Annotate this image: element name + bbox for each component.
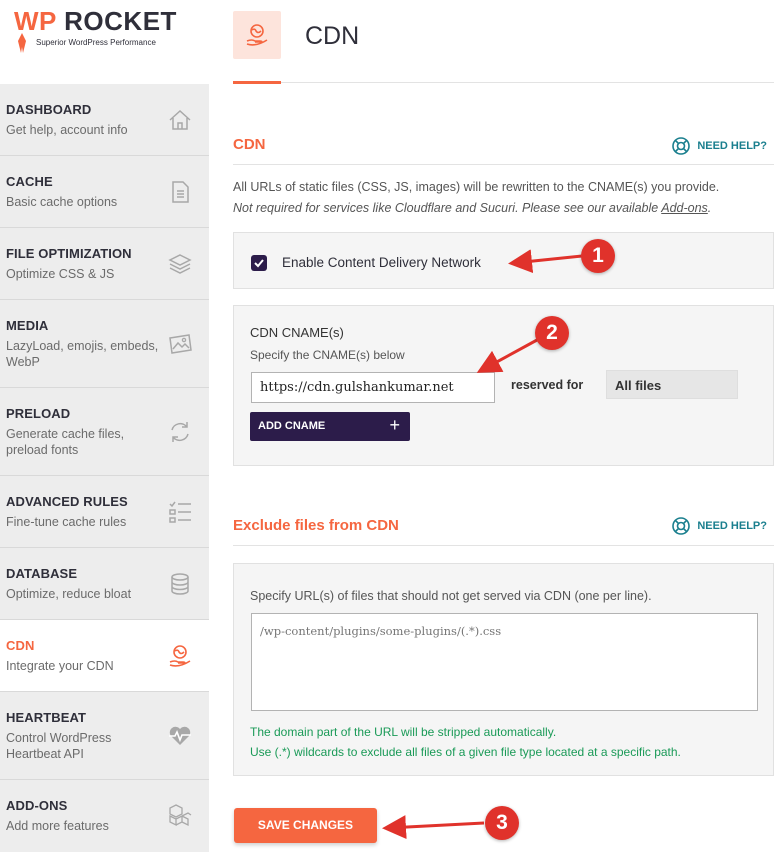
cdn-globe-hand-icon bbox=[246, 24, 268, 46]
exclude-note-wildcard: Use (.*) wildcards to exclude all files … bbox=[250, 745, 681, 759]
sidebar-item-sub: Fine-tune cache rules bbox=[6, 515, 127, 529]
sidebar-item-sub: Integrate your CDN bbox=[6, 659, 114, 673]
sidebar: WP ROCKET Superior WordPress Performance… bbox=[0, 0, 209, 852]
refresh-icon bbox=[171, 421, 189, 442]
exclude-instructions: Specify URL(s) of files that should not … bbox=[250, 589, 652, 603]
sidebar-item-sub: Optimize CSS & JS bbox=[6, 267, 115, 281]
exclude-section-title: Exclude files from CDN bbox=[233, 517, 399, 534]
wp-rocket-logo[interactable]: WP ROCKET Superior WordPress Performance bbox=[0, 0, 209, 84]
desc-line: All URLs of static files (CSS, JS, image… bbox=[233, 180, 720, 194]
cdn-cname-panel: CDN CNAME(s) Specify the CNAME(s) below … bbox=[233, 305, 774, 466]
exclude-files-textarea[interactable] bbox=[251, 613, 758, 711]
sidebar-item-database[interactable]: DATABASE Optimize, reduce bloat bbox=[0, 548, 209, 620]
logo-rocket: ROCKET bbox=[56, 6, 177, 36]
sidebar-item-title: DASHBOARD bbox=[6, 102, 92, 117]
desc-end: . bbox=[707, 201, 712, 215]
flame-icon bbox=[18, 33, 26, 53]
lifebuoy-icon bbox=[672, 137, 691, 155]
desc-note: Not required for services like Cloudflar… bbox=[233, 201, 662, 215]
main-content: CDN CDN NEED HELP? All URLs of static fi… bbox=[209, 0, 775, 852]
plus-icon: + bbox=[389, 415, 400, 435]
sidebar-item-title: ADD-ONS bbox=[6, 798, 68, 813]
layers-icon bbox=[168, 253, 192, 274]
marker-1: 1 bbox=[581, 239, 615, 273]
need-help-link-exclude[interactable]: NEED HELP? bbox=[671, 516, 767, 536]
enable-cdn-checkbox[interactable] bbox=[251, 255, 267, 271]
logo-wordmark: WP ROCKET bbox=[14, 6, 177, 37]
need-help-label: NEED HELP? bbox=[697, 140, 767, 152]
logo-tagline: Superior WordPress Performance bbox=[36, 38, 156, 47]
cdn-description: All URLs of static files (CSS, JS, image… bbox=[233, 177, 774, 219]
exclude-note-domain: The domain part of the URL will be strip… bbox=[250, 725, 557, 739]
heartbeat-icon bbox=[169, 726, 191, 745]
sidebar-item-title: ADVANCED RULES bbox=[6, 494, 128, 509]
desc-note-line: Not required for services like Cloudflar… bbox=[233, 198, 774, 219]
sidebar-item-dashboard[interactable]: DASHBOARD Get help, account info bbox=[0, 84, 209, 156]
header-divider bbox=[233, 82, 774, 83]
sidebar-item-sub: Control WordPress Heartbeat API bbox=[6, 731, 112, 761]
sidebar-item-sub: Generate cache files, preload fonts bbox=[6, 427, 125, 457]
enable-cdn-label[interactable]: Enable Content Delivery Network bbox=[282, 255, 481, 270]
cdn-globe-hand-icon bbox=[169, 644, 191, 667]
sidebar-item-sub: Basic cache options bbox=[6, 195, 118, 209]
section-divider bbox=[233, 545, 774, 546]
sidebar-item-media[interactable]: MEDIA LazyLoad, emojis, embeds, WebP bbox=[0, 300, 209, 388]
need-help-link[interactable]: NEED HELP? bbox=[671, 136, 767, 156]
sidebar-item-cdn[interactable]: CDN Integrate your CDN bbox=[0, 620, 209, 692]
sidebar-item-advanced-rules[interactable]: ADVANCED RULES Fine-tune cache rules bbox=[0, 476, 209, 548]
page-title: CDN bbox=[305, 22, 360, 50]
cname-input[interactable] bbox=[251, 372, 495, 403]
sidebar-item-title: MEDIA bbox=[6, 318, 49, 333]
reserved-for-select[interactable]: All files bbox=[606, 370, 738, 399]
add-cname-label: ADD CNAME bbox=[258, 420, 326, 432]
save-changes-button[interactable]: SAVE CHANGES bbox=[234, 808, 377, 843]
logo-wp: WP bbox=[14, 6, 57, 36]
image-icon bbox=[169, 333, 192, 354]
sidebar-item-title: CACHE bbox=[6, 174, 53, 189]
exclude-files-panel: Specify URL(s) of files that should not … bbox=[233, 563, 774, 776]
sidebar-item-add-ons[interactable]: ADD-ONS Add more features bbox=[0, 780, 209, 852]
add-ons-link[interactable]: Add-ons bbox=[661, 201, 708, 215]
marker-3: 3 bbox=[485, 806, 519, 840]
cname-help-text: Specify the CNAME(s) below bbox=[250, 348, 405, 362]
sidebar-item-sub: Get help, account info bbox=[6, 123, 128, 137]
add-cname-button[interactable]: ADD CNAME + bbox=[250, 412, 410, 441]
sidebar-item-title: FILE OPTIMIZATION bbox=[6, 246, 132, 261]
sidebar-item-title: PRELOAD bbox=[6, 406, 71, 421]
sidebar-item-sub: LazyLoad, emojis, embeds, WebP bbox=[6, 339, 159, 369]
section-divider bbox=[233, 164, 774, 165]
cubes-icon bbox=[169, 804, 192, 827]
sidebar-item-title: HEARTBEAT bbox=[6, 710, 87, 725]
sidebar-item-title: CDN bbox=[6, 638, 35, 653]
file-icon bbox=[172, 180, 189, 203]
sidebar-item-sub: Optimize, reduce bloat bbox=[6, 587, 132, 601]
enable-cdn-panel: Enable Content Delivery Network bbox=[233, 232, 774, 289]
marker-2: 2 bbox=[535, 316, 569, 350]
reserved-for-label: reserved for bbox=[511, 378, 584, 392]
header-divider-accent bbox=[233, 81, 281, 84]
sidebar-item-sub: Add more features bbox=[6, 819, 109, 833]
sidebar-item-heartbeat[interactable]: HEARTBEAT Control WordPress Heartbeat AP… bbox=[0, 692, 209, 780]
checkmark-icon bbox=[254, 259, 264, 268]
sidebar-item-preload[interactable]: PRELOAD Generate cache files, preload fo… bbox=[0, 388, 209, 476]
home-icon bbox=[169, 109, 191, 130]
sidebar-item-title: DATABASE bbox=[6, 566, 78, 581]
checklist-icon bbox=[169, 501, 191, 523]
sidebar-item-file-optimization[interactable]: FILE OPTIMIZATION Optimize CSS & JS bbox=[0, 228, 209, 300]
sidebar-item-cache[interactable]: CACHE Basic cache options bbox=[0, 156, 209, 228]
cname-title: CDN CNAME(s) bbox=[250, 325, 344, 340]
database-icon bbox=[171, 572, 189, 595]
cdn-header-icon-box bbox=[233, 11, 281, 59]
need-help-label: NEED HELP? bbox=[697, 520, 767, 532]
cdn-section-title: CDN bbox=[233, 136, 266, 153]
lifebuoy-icon bbox=[672, 517, 691, 535]
